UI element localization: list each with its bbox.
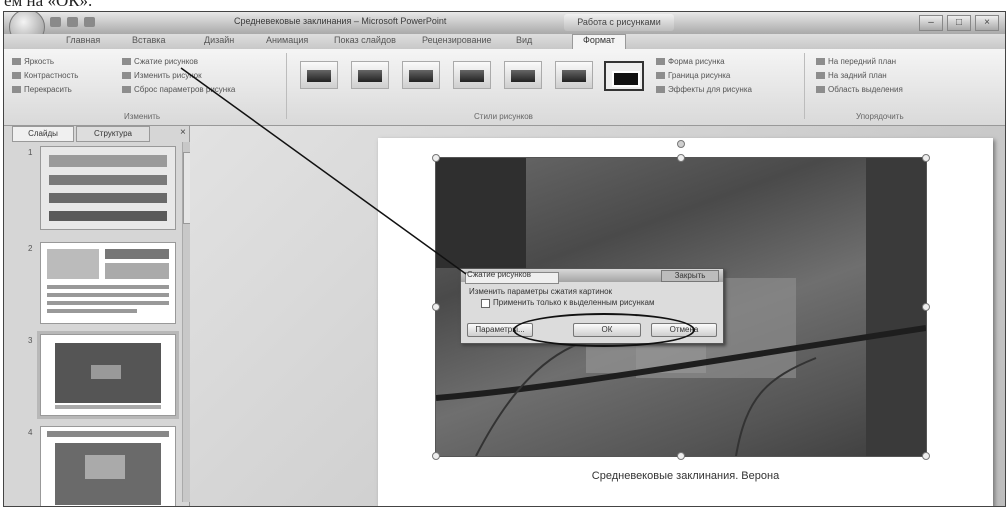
powerpoint-window: Средневековые заклинания – Microsoft Pow… bbox=[3, 11, 1006, 507]
annotation-arrow-line bbox=[180, 67, 467, 275]
document-caption-text: ем на «ОК». bbox=[4, 0, 93, 10]
